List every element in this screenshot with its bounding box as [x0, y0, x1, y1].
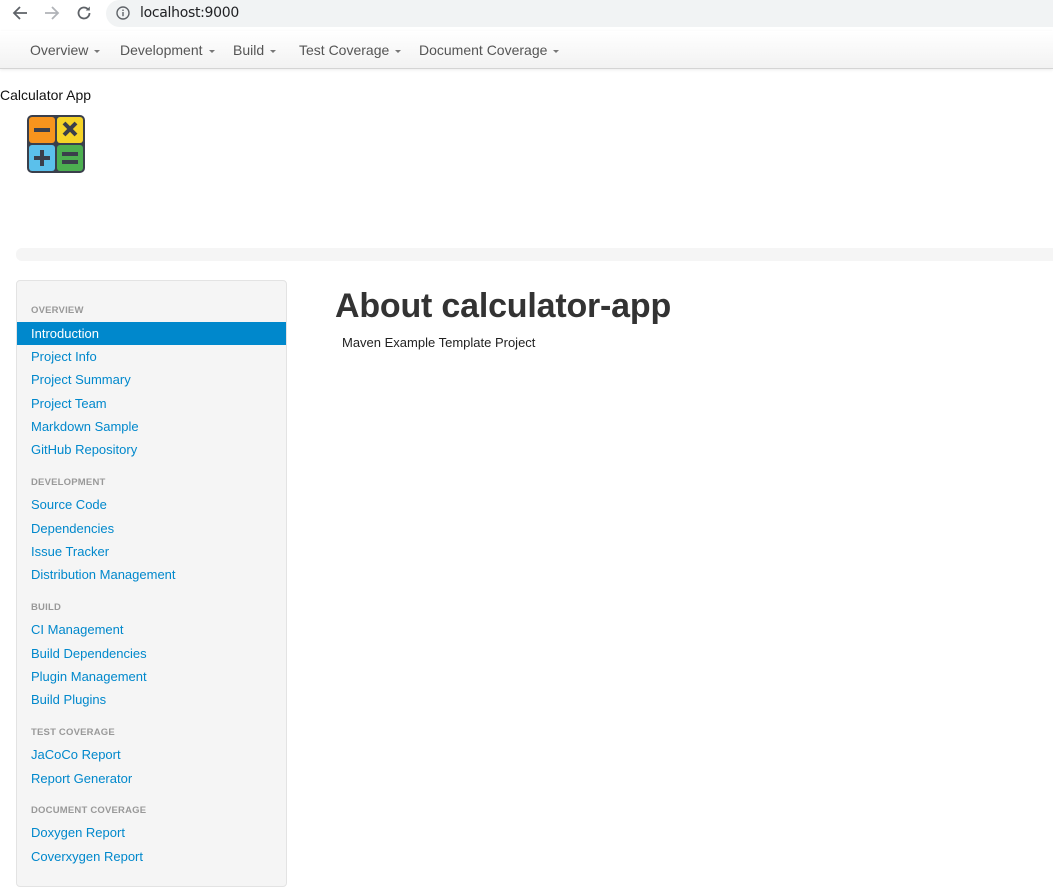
- nav-menu-label: Test Coverage: [299, 42, 390, 58]
- caret-down-icon: [395, 49, 402, 53]
- url-text[interactable]: localhost:9000: [140, 5, 239, 21]
- sidebar-item-github-repository[interactable]: GitHub Repository: [17, 438, 286, 461]
- info-icon[interactable]: [116, 6, 130, 20]
- nav-menu-test-coverage[interactable]: Test Coverage: [299, 31, 402, 69]
- sidebar-header-development: DEVELOPMENT: [31, 477, 106, 488]
- sidebar-header-document-coverage: DOCUMENT COVERAGE: [31, 805, 147, 816]
- breadcrumb: [16, 248, 1053, 261]
- nav-menu-label: Development: [120, 42, 203, 58]
- sidebar-item-distribution-management[interactable]: Distribution Management: [17, 563, 286, 586]
- page-description: Maven Example Template Project: [342, 335, 536, 350]
- sidebar-item-build-plugins[interactable]: Build Plugins: [17, 688, 286, 711]
- sidebar-item-markdown-sample[interactable]: Markdown Sample: [17, 415, 286, 438]
- caret-down-icon: [553, 49, 560, 53]
- nav-menu-document-coverage[interactable]: Document Coverage: [419, 31, 560, 69]
- sidebar-item-ci-management[interactable]: CI Management: [17, 618, 286, 641]
- nav-menu-label: Overview: [30, 42, 89, 58]
- banner-title[interactable]: Calculator App: [0, 87, 91, 103]
- back-arrow-icon[interactable]: [9, 2, 31, 24]
- browser-toolbar: localhost:9000: [0, 0, 1053, 27]
- sidebar-item-plugin-management[interactable]: Plugin Management: [17, 665, 286, 688]
- sidebar-item-project-summary[interactable]: Project Summary: [17, 368, 286, 391]
- sidebar-item-introduction[interactable]: Introduction: [17, 322, 286, 345]
- sidebar-item-build-dependencies[interactable]: Build Dependencies: [17, 642, 286, 665]
- sidebar-item-project-info[interactable]: Project Info: [17, 345, 286, 368]
- forward-arrow-icon[interactable]: [41, 2, 63, 24]
- nav-menu-build[interactable]: Build: [233, 31, 277, 69]
- page-title: About calculator-app: [335, 287, 672, 325]
- sidebar-item-source-code[interactable]: Source Code: [17, 493, 286, 516]
- sidebar-item-coverxygen-report[interactable]: Coverxygen Report: [17, 845, 286, 868]
- sidebar-item-project-team[interactable]: Project Team: [17, 392, 286, 415]
- nav-menu-label: Build: [233, 42, 265, 58]
- caret-down-icon: [270, 49, 277, 53]
- address-bar[interactable]: localhost:9000: [106, 0, 1053, 27]
- reload-icon[interactable]: [73, 2, 95, 24]
- sidebar-item-dependencies[interactable]: Dependencies: [17, 517, 286, 540]
- sidebar-nav: OVERVIEW Introduction Project Info Proje…: [16, 280, 287, 887]
- sidebar-header-test-coverage: TEST COVERAGE: [31, 727, 115, 738]
- sidebar-item-report-generator[interactable]: Report Generator: [17, 767, 286, 790]
- nav-menu-overview[interactable]: Overview: [30, 31, 101, 69]
- sidebar-header-build: BUILD: [31, 602, 62, 613]
- sidebar-header-overview: OVERVIEW: [31, 305, 84, 316]
- nav-menu-development[interactable]: Development: [120, 31, 215, 69]
- sidebar-item-issue-tracker[interactable]: Issue Tracker: [17, 540, 286, 563]
- sidebar-item-jacoco-report[interactable]: JaCoCo Report: [17, 743, 286, 766]
- top-navbar: Overview Development Build Test Coverage…: [0, 31, 1053, 69]
- caret-down-icon: [208, 49, 215, 53]
- sidebar-item-doxygen-report[interactable]: Doxygen Report: [17, 821, 286, 844]
- caret-down-icon: [94, 49, 101, 53]
- nav-menu-label: Document Coverage: [419, 42, 548, 58]
- calculator-logo-icon[interactable]: [25, 113, 87, 175]
